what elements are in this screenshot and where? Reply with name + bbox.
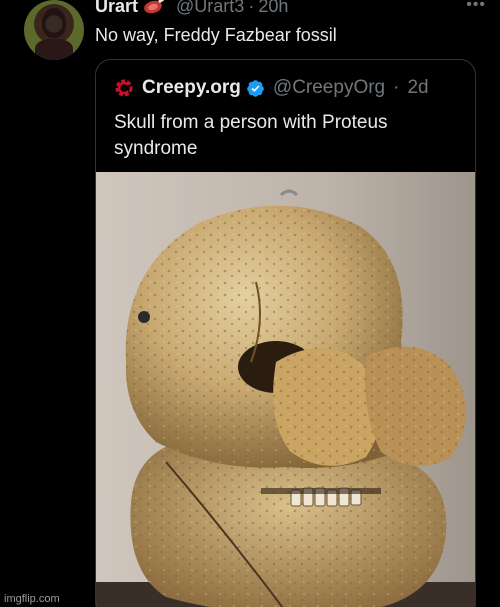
display-name[interactable]: Urart — [95, 0, 138, 17]
separator-dot: · — [248, 0, 255, 16]
quote-display-name[interactable]: Creepy.org — [142, 77, 241, 99]
verified-badge-icon — [247, 79, 264, 97]
quote-header: Creepy.org @CreepyOrg · 2d — [114, 77, 429, 99]
quote-timestamp[interactable]: 2d — [407, 77, 428, 99]
timestamp[interactable]: 20h — [258, 0, 288, 17]
creepy-logo-icon — [115, 79, 133, 97]
watermark: imgflip.com — [4, 593, 60, 605]
quote-handle[interactable]: @CreepyOrg — [273, 77, 385, 99]
quoted-tweet[interactable]: Creepy.org @CreepyOrg · 2d Skull from a … — [95, 59, 476, 607]
meat-icon — [144, 0, 165, 14]
skull-photo[interactable] — [96, 172, 476, 607]
quote-text: Skull from a person with Proteus syndrom… — [114, 112, 388, 159]
avatar[interactable] — [24, 0, 84, 60]
tweet-text: No way, Freddy Fazbear fossil — [95, 25, 337, 45]
more-horizontal-icon[interactable]: ••• — [466, 0, 486, 14]
handle[interactable]: @Urart3 — [176, 0, 244, 17]
quote-separator-dot: · — [393, 77, 400, 98]
post-header: Urart @Urart3 · 20h — [95, 0, 288, 18]
